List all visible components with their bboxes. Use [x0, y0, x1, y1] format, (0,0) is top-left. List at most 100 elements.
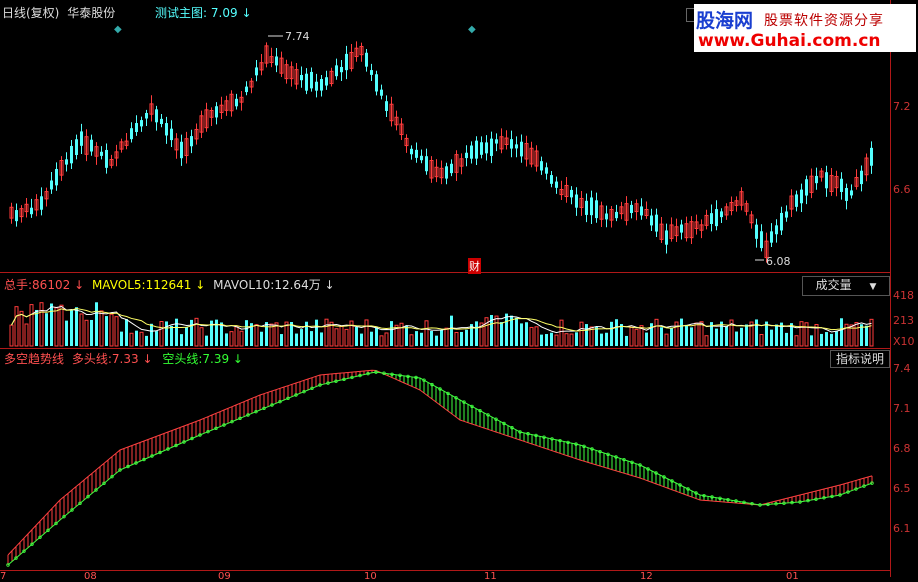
- volume-bar: [755, 319, 758, 346]
- candle-body: [415, 149, 418, 158]
- candle-body: [465, 152, 468, 159]
- candle-body: [665, 230, 668, 245]
- volume-bar: [605, 332, 608, 346]
- volume-bar: [229, 331, 234, 347]
- diamond-icon: ◆: [114, 24, 122, 35]
- candle-body: [130, 128, 133, 140]
- candle-body: [825, 172, 828, 189]
- volume-bar: [610, 321, 613, 346]
- down-arrow-icon: ↓: [195, 278, 206, 292]
- candle-body: [410, 148, 413, 155]
- candle-body: [570, 189, 573, 198]
- volume-bar: [384, 332, 389, 347]
- candle-body: [520, 141, 523, 157]
- volume-bar: [424, 320, 429, 347]
- candle-body: [815, 175, 818, 184]
- period-label[interactable]: 日线(复权): [2, 6, 59, 20]
- down-arrow-icon: ↓: [232, 352, 243, 366]
- mavol10-label: MAVOL10:: [213, 278, 275, 292]
- candle-body: [760, 231, 763, 249]
- volume-bar: [420, 332, 423, 346]
- volume-bar: [704, 335, 709, 347]
- volume-bar: [120, 331, 123, 346]
- candle-body: [70, 145, 73, 164]
- candle-body: [770, 231, 773, 243]
- candle-body: [380, 89, 383, 96]
- stock-name: 华泰股份: [67, 6, 116, 20]
- financial-report-marker[interactable]: 财: [468, 258, 481, 274]
- candle-body: [345, 53, 348, 71]
- volume-bar: [770, 329, 773, 346]
- down-arrow-icon: ↓: [74, 278, 85, 292]
- price-high-label: 7.74: [285, 30, 310, 43]
- volume-bar: [475, 321, 478, 346]
- candle-body: [155, 109, 158, 123]
- candle-body: [775, 225, 778, 235]
- volume-bar: [670, 327, 673, 346]
- right-axis-divider: [890, 0, 891, 577]
- volume-indicator-dropdown[interactable]: 成交量 ▼: [802, 276, 890, 296]
- volume-bar: [740, 327, 743, 346]
- candle-body: [340, 66, 343, 73]
- candle-body: [650, 215, 653, 226]
- volume-bar: [460, 331, 463, 346]
- volume-bar: [534, 326, 539, 347]
- volume-bar: [564, 333, 569, 347]
- candle-body: [275, 56, 278, 66]
- candle-body: [495, 139, 498, 144]
- bull-line-value: 7.33: [111, 352, 139, 366]
- volume-y-tick: X10: [893, 335, 915, 348]
- main-indicator-label: 测试主图:: [155, 6, 208, 20]
- candle-body: [595, 200, 598, 219]
- volume-bar: [545, 334, 548, 346]
- volume-bar: [65, 320, 68, 346]
- volume-bar: [364, 319, 369, 347]
- volume-bar: [579, 321, 584, 347]
- volume-bar: [825, 332, 828, 346]
- volume-bar: [239, 330, 244, 347]
- volume-bar: [220, 322, 223, 346]
- dropdown-label: 成交量: [815, 278, 852, 292]
- volume-bar: [430, 330, 433, 346]
- candle-body: [65, 159, 68, 165]
- candle-body: [485, 142, 488, 154]
- mavol5-value: 112641: [145, 278, 192, 292]
- indicator-help-button[interactable]: 指标说明: [830, 350, 890, 368]
- volume-bar: [225, 333, 228, 346]
- volume-bar: [494, 315, 499, 347]
- candle-body: [80, 131, 83, 146]
- volume-bar: [70, 310, 73, 346]
- candle-body: [15, 210, 18, 222]
- volume-bar: [35, 309, 38, 346]
- volume-bar: [45, 313, 48, 346]
- candle-body: [480, 142, 483, 155]
- candle-body: [630, 204, 633, 214]
- candle-body: [615, 211, 618, 219]
- indicator-header: 多空趋势线 多头线:7.33 ↓ 空头线:7.39 ↓: [4, 352, 243, 366]
- candle-body: [800, 189, 803, 204]
- candle-body: [450, 163, 453, 174]
- candle-body: [310, 71, 313, 89]
- volume-bar: [585, 324, 588, 346]
- volume-y-tick: 418: [893, 289, 914, 302]
- volume-bar: [840, 318, 843, 346]
- candle-body: [555, 181, 558, 188]
- candle-body: [475, 140, 478, 159]
- volume-bar: [615, 319, 618, 346]
- volume-bar: [50, 303, 53, 346]
- volume-bar: [664, 333, 669, 347]
- volume-bar: [139, 331, 144, 347]
- candle-body: [385, 101, 388, 111]
- volume-bar: [525, 322, 528, 346]
- candle-body: [515, 144, 518, 149]
- volume-bar: [324, 318, 329, 347]
- volume-bar: [280, 334, 283, 346]
- candle-body: [590, 197, 593, 216]
- volume-bar: [360, 333, 363, 346]
- indicator-name[interactable]: 多空趋势线: [4, 352, 64, 366]
- volume-bar: [320, 332, 323, 346]
- candle-body: [445, 166, 448, 179]
- volume-bar: [254, 324, 259, 347]
- volume-bar: [725, 326, 728, 346]
- volume-bar: [759, 333, 764, 347]
